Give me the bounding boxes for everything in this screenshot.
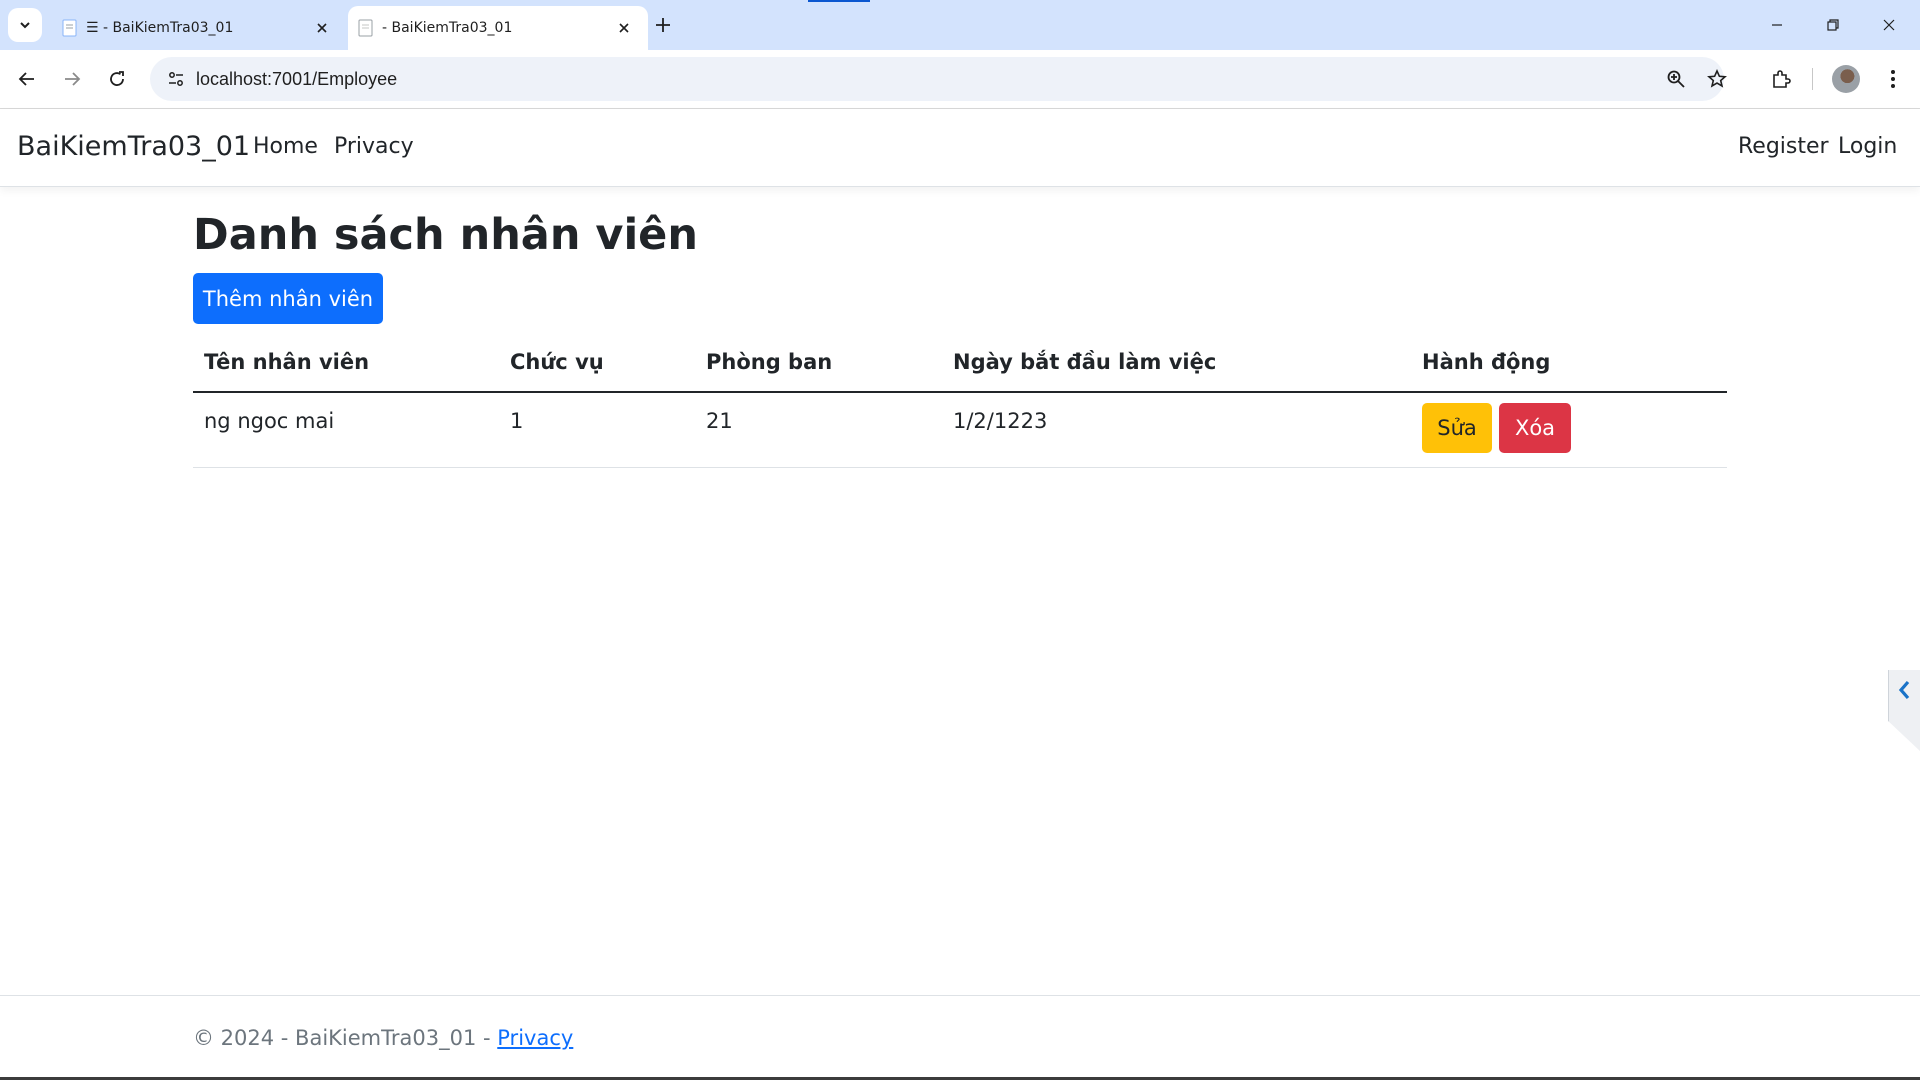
zoom-button[interactable] — [1660, 63, 1692, 95]
close-window-button[interactable] — [1866, 8, 1912, 42]
tab-search-button[interactable] — [8, 8, 42, 42]
plus-icon — [656, 18, 670, 32]
cell-start-date: 1/2/1223 — [953, 409, 1048, 433]
back-button[interactable] — [10, 62, 44, 96]
browser-menu-button[interactable] — [1876, 62, 1910, 96]
nav-link-register[interactable]: Register — [1738, 134, 1829, 159]
close-tab-icon[interactable] — [614, 18, 634, 38]
chevron-left-icon — [1898, 680, 1910, 700]
more-vert-icon — [1891, 70, 1895, 88]
profile-avatar[interactable] — [1832, 65, 1860, 93]
site-navbar: BaiKiemTra03_01 Home Privacy Register Lo… — [0, 109, 1920, 187]
add-employee-button[interactable]: Thêm nhân viên — [193, 273, 383, 324]
browser-tabstrip: ☰ - BaiKiemTra03_01 - BaiKiemTra03_01 — [0, 0, 1920, 50]
delete-button[interactable]: Xóa — [1499, 403, 1571, 453]
site-info-button[interactable] — [160, 63, 192, 95]
column-header-position: Chức vụ — [510, 350, 604, 374]
minimize-icon — [1772, 24, 1782, 26]
arrow-right-icon — [65, 72, 81, 86]
new-tab-button[interactable] — [650, 12, 676, 38]
minimize-button[interactable] — [1754, 8, 1800, 42]
footer-text: © 2024 - BaiKiemTra03_01 - Privacy — [193, 1026, 573, 1050]
zoom-icon — [1667, 70, 1685, 88]
forward-button[interactable] — [55, 62, 89, 96]
extensions-button[interactable] — [1764, 62, 1798, 96]
restore-button[interactable] — [1810, 8, 1856, 42]
nav-link-home[interactable]: Home — [253, 134, 318, 159]
reload-button[interactable] — [100, 62, 134, 96]
toolbar-separator — [1812, 68, 1813, 90]
table-row: ng ngoc mai 1 21 1/2/1223 Sửa Xóa — [193, 393, 1727, 468]
browser-toolbar: localhost:7001/Employee — [0, 50, 1920, 109]
column-header-department: Phòng ban — [706, 350, 833, 374]
nav-link-privacy[interactable]: Privacy — [334, 134, 414, 159]
tune-icon — [169, 72, 183, 86]
column-header-actions: Hành động — [1422, 350, 1551, 374]
tab-title: ☰ - BaiKiemTra03_01 — [86, 20, 234, 36]
footer-privacy-link[interactable]: Privacy — [497, 1026, 573, 1050]
nav-link-login[interactable]: Login — [1838, 134, 1897, 159]
tab-title: - BaiKiemTra03_01 — [382, 20, 513, 36]
close-tab-icon[interactable] — [312, 18, 332, 38]
puzzle-icon — [1773, 70, 1791, 88]
cell-employee-name: ng ngoc mai — [204, 409, 335, 433]
page-icon — [62, 19, 77, 37]
footer-copyright: © 2024 - BaiKiemTra03_01 - — [193, 1026, 498, 1050]
cell-department: 21 — [706, 409, 733, 433]
edit-button[interactable]: Sửa — [1422, 403, 1492, 453]
site-footer: © 2024 - BaiKiemTra03_01 - Privacy — [0, 995, 1920, 1078]
page-icon — [358, 19, 373, 37]
chevron-down-icon — [20, 22, 30, 29]
restore-icon — [1827, 19, 1839, 31]
column-header-name: Tên nhân viên — [204, 350, 370, 374]
arrow-left-icon — [18, 72, 34, 86]
employee-table: Tên nhân viên Chức vụ Phòng ban Ngày bắt… — [193, 336, 1727, 468]
bookmark-button[interactable] — [1701, 63, 1733, 95]
table-header: Tên nhân viên Chức vụ Phòng ban Ngày bắt… — [193, 336, 1727, 393]
navbar-brand[interactable]: BaiKiemTra03_01 — [17, 131, 250, 162]
close-icon — [1883, 19, 1895, 31]
cell-position: 1 — [510, 409, 524, 433]
side-panel-toggle[interactable] — [1888, 670, 1920, 752]
browser-tab-1[interactable]: ☰ - BaiKiemTra03_01 — [56, 6, 346, 50]
reload-icon — [110, 71, 124, 86]
column-header-start-date: Ngày bắt đầu làm việc — [953, 350, 1217, 374]
address-bar[interactable]: localhost:7001/Employee — [150, 57, 1727, 101]
page-title: Danh sách nhân viên — [193, 210, 698, 260]
tabstrip-accent — [808, 0, 870, 2]
browser-tab-2-active[interactable]: - BaiKiemTra03_01 — [348, 6, 648, 50]
url-text[interactable]: localhost:7001/Employee — [196, 69, 397, 90]
star-icon — [1707, 69, 1727, 88]
